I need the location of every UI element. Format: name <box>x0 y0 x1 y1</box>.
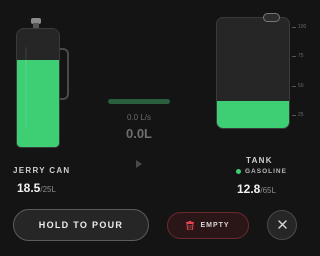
tank-scale-tick-line <box>292 85 296 87</box>
tank-fuel-level <box>217 100 289 128</box>
tank-body <box>216 17 290 129</box>
tank-cap <box>263 13 280 22</box>
jerry-can-volume-value: 18.5 <box>17 181 41 195</box>
tank-scale-tick: 50 <box>292 82 304 89</box>
tank-scale-tick: 75 <box>292 53 304 60</box>
tank-volume: 12.8/65L <box>237 180 276 198</box>
tank-volume-value: 12.8 <box>237 182 261 196</box>
tank-scale-tick-label: 50 <box>298 82 304 89</box>
flow-total: 0.0L <box>125 126 152 141</box>
close-button[interactable] <box>267 210 297 240</box>
fuel-type-row: GASOLINE <box>236 168 287 175</box>
tank-scale-tick-label: 25 <box>298 112 304 118</box>
tank-scale: 100 75 50 25 <box>292 17 312 129</box>
jerry-can-capacity: /25L <box>40 185 56 194</box>
fuel-type-label: GASOLINE <box>245 168 287 175</box>
hold-to-pour-button[interactable]: HOLD TO POUR <box>13 209 149 241</box>
jerry-can-volume: 18.5/25L <box>17 179 56 197</box>
tank-scale-tick-label: 75 <box>298 53 304 60</box>
jerry-can-body <box>16 28 60 148</box>
flow-indicator-bar <box>108 99 170 104</box>
tank-scale-tick-label: 100 <box>298 24 307 30</box>
tank-scale-tick-line <box>292 56 296 58</box>
tank-capacity: /65L <box>260 186 276 195</box>
tank-scale-tick: 100 <box>292 24 307 30</box>
tank-scale-tick-line <box>292 115 296 116</box>
tank-scale-tick-line <box>292 27 296 28</box>
play-icon <box>135 160 143 168</box>
empty-button-label: EMPTY <box>200 222 230 229</box>
fuel-type-dot <box>236 169 241 174</box>
jerry-can-highlight <box>25 47 27 127</box>
tank-label: TANK <box>246 156 273 165</box>
flow-rate: 0.0 L/s <box>126 113 151 122</box>
empty-button[interactable]: EMPTY <box>167 212 249 239</box>
jerry-can-fuel-level <box>17 59 59 147</box>
jerry-can-label: JERRY CAN <box>13 166 71 175</box>
close-icon <box>277 216 287 234</box>
tank-scale-tick: 25 <box>292 112 304 118</box>
trash-icon <box>186 217 195 235</box>
jerry-can-container <box>15 18 71 150</box>
